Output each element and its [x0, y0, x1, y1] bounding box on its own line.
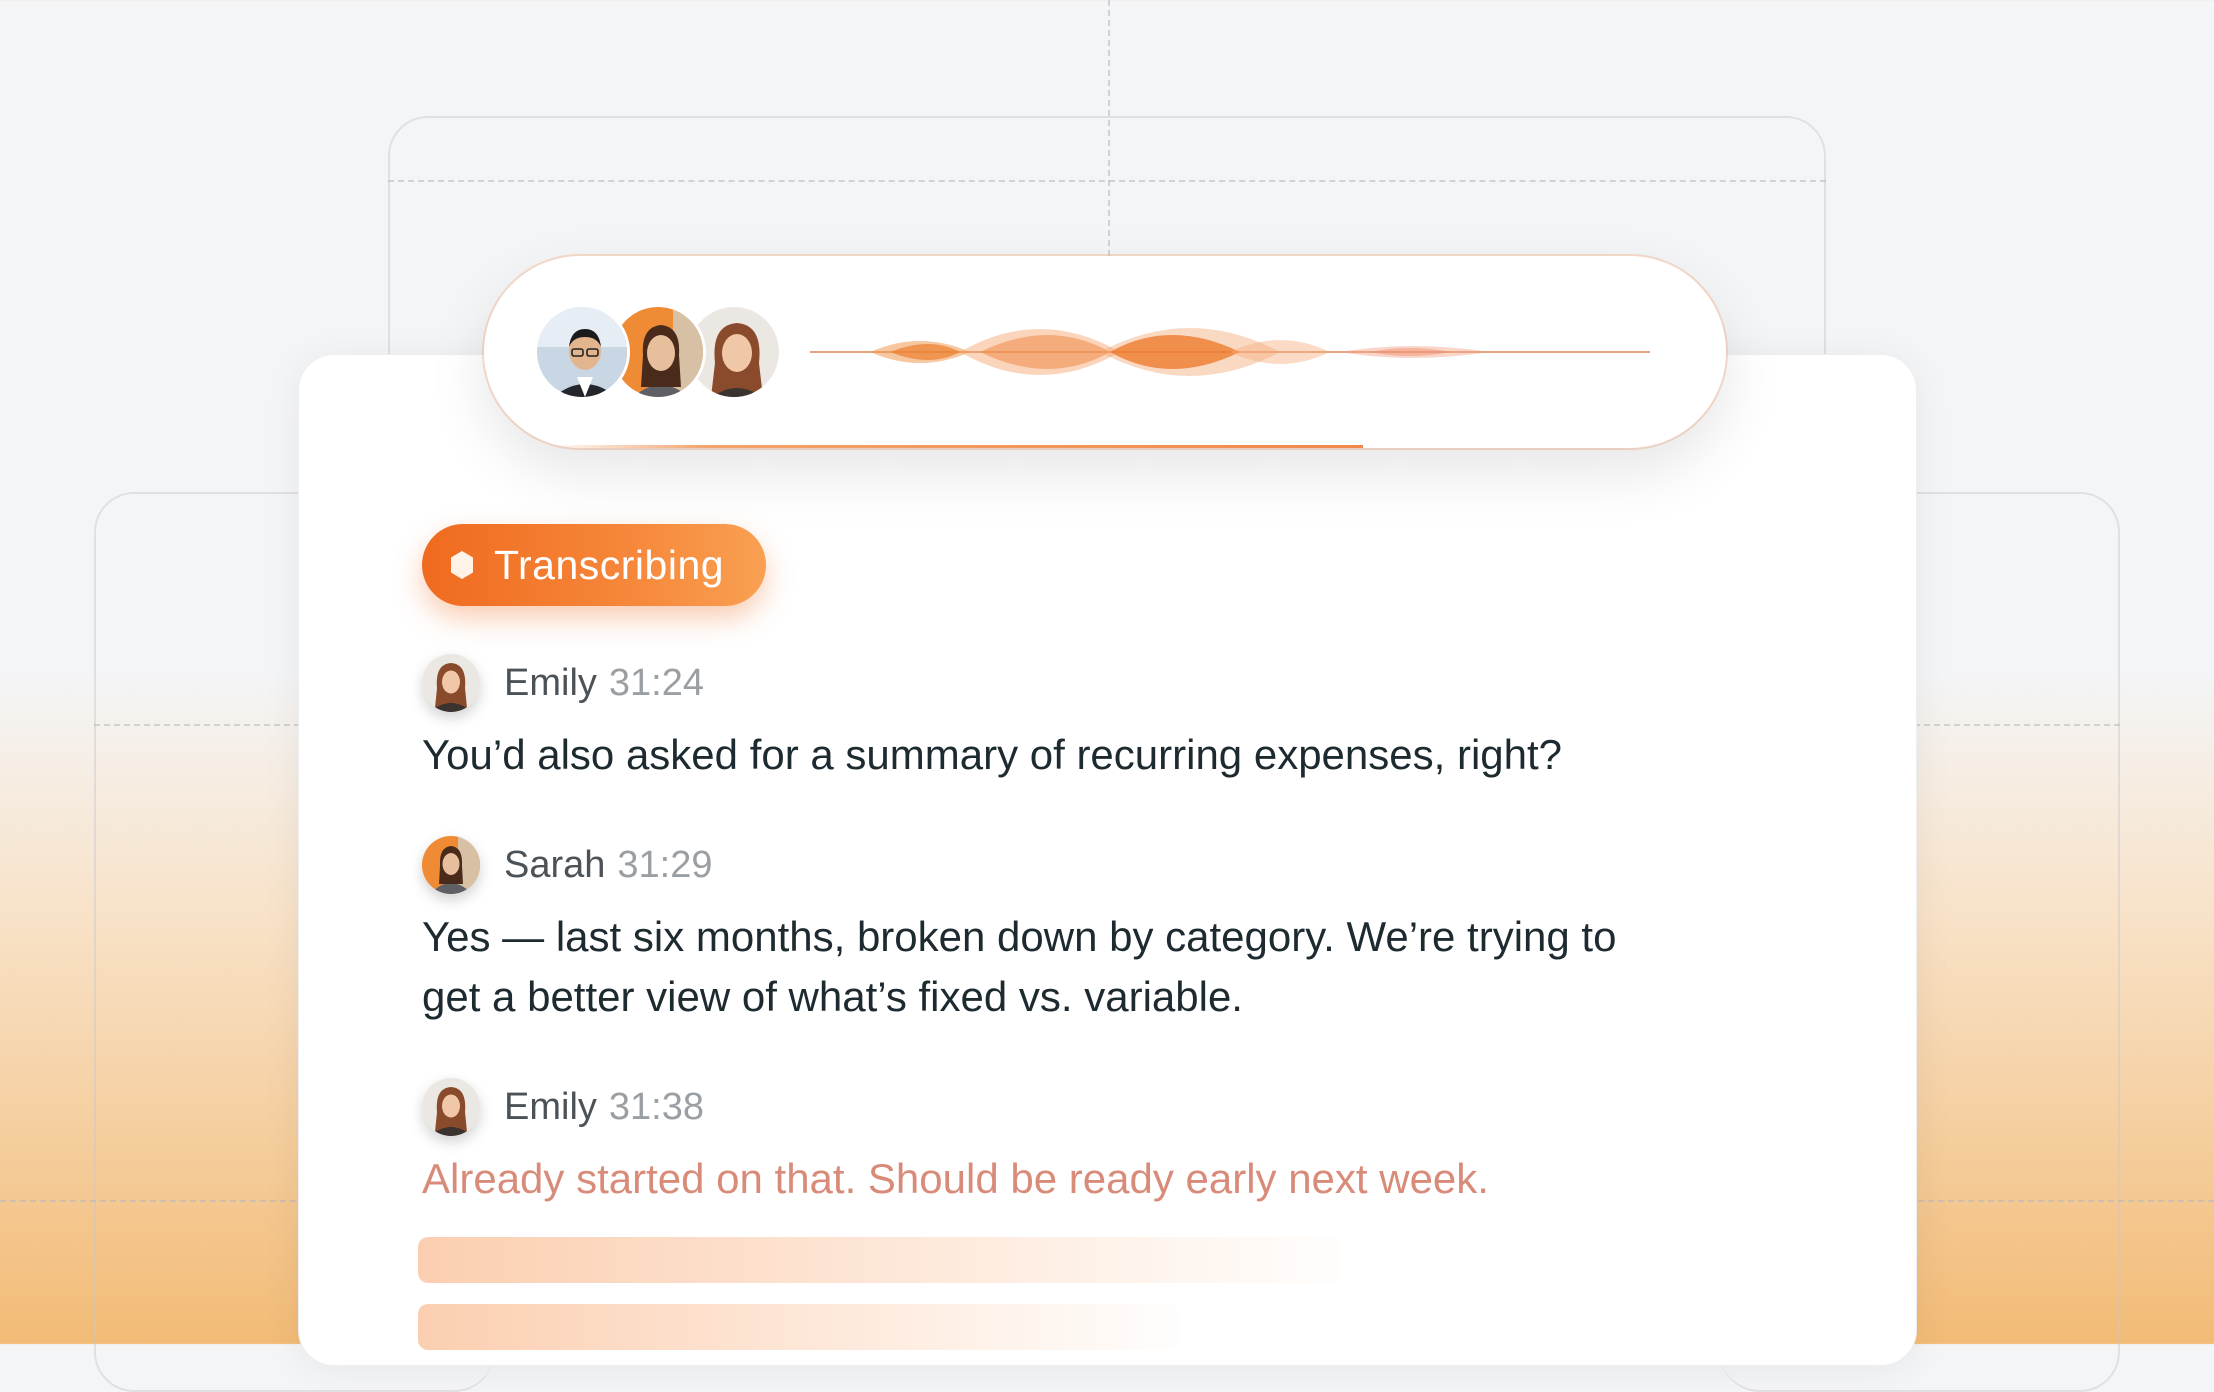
hexagon-icon — [451, 551, 473, 579]
speaker-name: Emily — [504, 1085, 597, 1128]
speaker-avatar-emily — [422, 1078, 480, 1136]
message-timestamp: 31:38 — [608, 1085, 704, 1128]
call-progress-bar — [544, 445, 1363, 448]
message-text-live: Already started on that. Should be ready… — [422, 1155, 1489, 1202]
message-text: You’d also asked for a summary of recurr… — [422, 731, 1563, 778]
transcript-message: Emily 31:24 You’d also asked for a summa… — [422, 651, 1672, 785]
message-header: Emily 31:24 — [422, 651, 1672, 715]
speaker-name: Sarah — [504, 843, 606, 886]
status-label: Transcribing — [494, 541, 725, 588]
transcript-placeholder-line — [418, 1304, 1178, 1350]
message-header: Emily 31:38 — [422, 1075, 1672, 1139]
participant-avatar-1[interactable] — [534, 304, 630, 400]
audio-waveform — [810, 328, 1650, 376]
transcript-placeholder-line — [418, 1237, 1340, 1283]
guide-vertical — [1108, 0, 1110, 256]
message-timestamp: 31:24 — [608, 661, 704, 704]
transcript-message-live: Emily 31:38 Already started on that. Sho… — [422, 1075, 1672, 1209]
speaker-avatar-emily — [422, 654, 480, 712]
transcribing-status-badge: Transcribing — [422, 524, 766, 606]
message-header: Sarah 31:29 — [422, 833, 1672, 897]
participant-avatars[interactable] — [534, 304, 794, 400]
message-text: Yes — last six months, broken down by ca… — [422, 913, 1617, 1020]
call-audio-pill[interactable] — [484, 256, 1726, 448]
speaker-avatar-sarah — [422, 836, 480, 894]
message-timestamp: 31:29 — [617, 843, 713, 886]
guide-top — [388, 180, 1826, 182]
transcript-message: Sarah 31:29 Yes — last six months, broke… — [422, 833, 1672, 1027]
speaker-name: Emily — [504, 661, 597, 704]
